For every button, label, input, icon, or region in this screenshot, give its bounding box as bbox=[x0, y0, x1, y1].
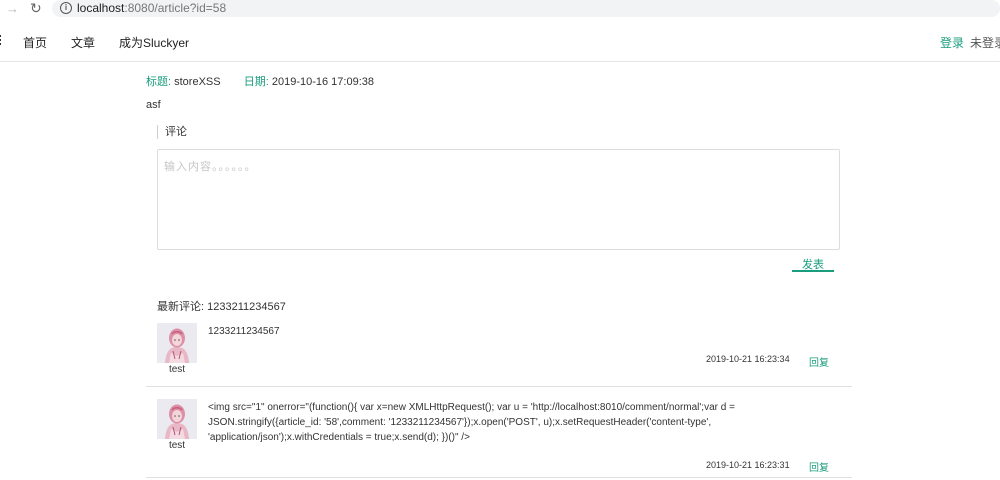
comment-item: test 1233211234567 2019-10-21 16:23:34 回… bbox=[146, 320, 852, 387]
article-title: storeXSS bbox=[174, 76, 221, 88]
avatar-image bbox=[157, 323, 197, 363]
reply-link[interactable]: 回复 bbox=[809, 354, 829, 369]
avatar bbox=[157, 399, 197, 439]
date-label: 日期: bbox=[243, 76, 269, 88]
article-body: asf bbox=[146, 99, 161, 111]
top-navigation: 首页 文章 成为Sluckyer 登录 未登录 bbox=[0, 20, 1000, 62]
browser-toolbar: → ↻ i localhost:8080/article?id=58 bbox=[0, 0, 1000, 20]
address-bar[interactable]: i localhost:8080/article?id=58 bbox=[52, 0, 1000, 17]
url-host: localhost bbox=[77, 1, 125, 15]
comment-author: test bbox=[168, 440, 186, 451]
comment-author: test bbox=[168, 364, 186, 375]
reply-link[interactable]: 回复 bbox=[809, 459, 829, 474]
reload-icon[interactable]: ↻ bbox=[30, 0, 42, 17]
avatar bbox=[157, 323, 197, 363]
avatar-image bbox=[157, 399, 197, 439]
login-status: 未登录 bbox=[970, 36, 1000, 50]
info-icon[interactable]: i bbox=[60, 2, 72, 14]
latest-comment-value: 1233211234567 bbox=[207, 301, 286, 313]
latest-comment-label: 最新评论: bbox=[157, 301, 205, 313]
submit-comment-button[interactable]: 发表 bbox=[792, 256, 834, 272]
login-link[interactable]: 登录 bbox=[940, 34, 964, 51]
latest-comment: 最新评论: 1233211234567 bbox=[157, 298, 286, 314]
article-date: 2019-10-16 17:09:38 bbox=[271, 76, 374, 88]
url-text[interactable]: localhost:8080/article?id=58 bbox=[77, 1, 226, 15]
comment-item: test <img src="1" onerror="(function(){ … bbox=[146, 396, 852, 478]
comment-time: 2019-10-21 16:23:31 bbox=[706, 460, 790, 470]
article-meta: 标题: storeXSS 日期: 2019-10-16 17:09:38 bbox=[146, 73, 374, 89]
title-label: 标题: bbox=[146, 76, 172, 88]
back-arrow-icon[interactable]: → bbox=[6, 1, 19, 16]
comment-time: 2019-10-21 16:23:34 bbox=[706, 354, 790, 364]
nav-item-article[interactable]: 文章 bbox=[71, 34, 95, 51]
nav-item-home[interactable]: 首页 bbox=[23, 34, 47, 51]
nav-item-become-sluckyer[interactable]: 成为Sluckyer bbox=[119, 34, 189, 51]
comment-content: <img src="1" onerror="(function(){ var x… bbox=[208, 402, 735, 443]
menu-icon[interactable] bbox=[0, 35, 1, 47]
comment-input[interactable] bbox=[157, 149, 840, 250]
url-path: :8080/article?id=58 bbox=[124, 1, 227, 15]
comment-content: 1233211234567 bbox=[208, 326, 280, 337]
comment-section-heading: 评论 bbox=[157, 125, 187, 139]
